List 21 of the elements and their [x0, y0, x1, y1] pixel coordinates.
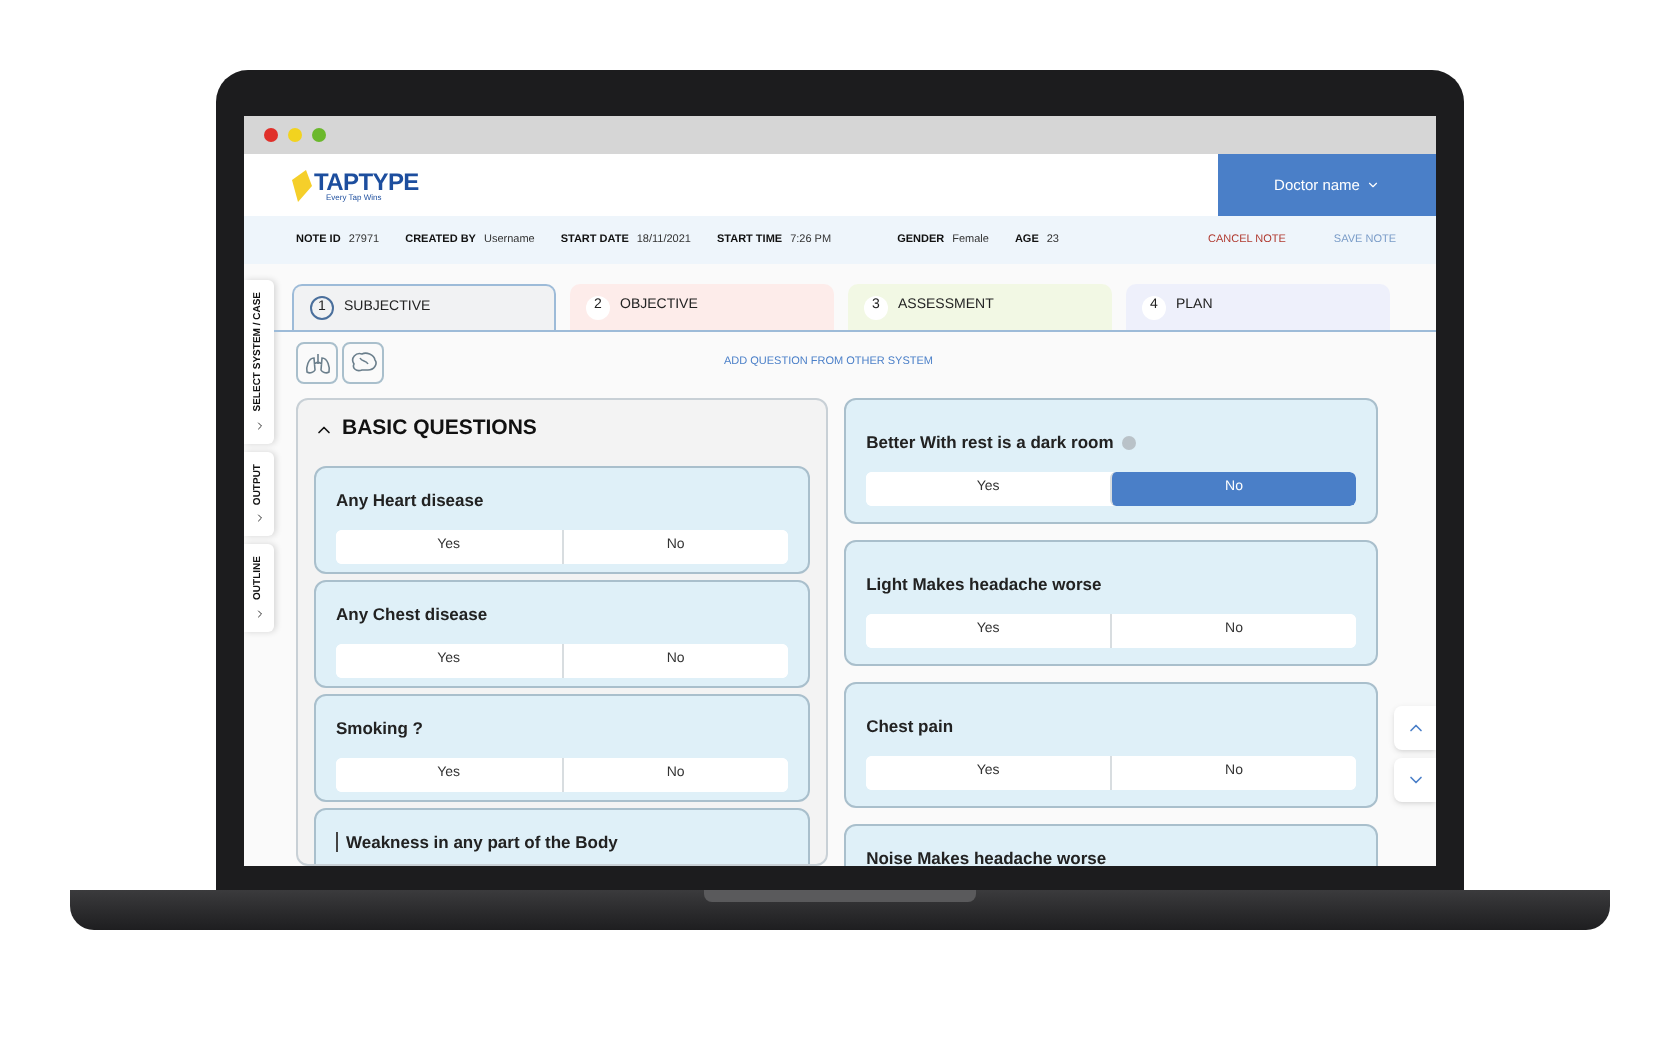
logo-wordmark: TAPTYPE: [314, 169, 419, 193]
question-text: Noise Makes headache worse: [866, 846, 1107, 866]
question-text: Any Heart disease: [336, 488, 484, 514]
question-text: Chest pain: [866, 714, 954, 740]
scroll-up-button[interactable]: [1394, 706, 1436, 750]
question-text: Weakness in any part of the Body: [346, 830, 618, 856]
question-text: Smoking ?: [336, 716, 423, 742]
question-text: Light Makes headache worse: [866, 572, 1102, 598]
scroll-down-button[interactable]: [1394, 758, 1436, 802]
question-text: Any Chest disease: [336, 602, 488, 628]
chevron-icon: [253, 512, 265, 525]
help-icon[interactable]: [1121, 435, 1136, 450]
brain-icon[interactable]: [342, 342, 384, 384]
question-text: Better With rest is a dark room: [866, 430, 1114, 456]
section-header[interactable]: BASIC QUESTIONS: [314, 400, 811, 460]
chevron-icon: [253, 419, 265, 432]
lungs-icon[interactable]: [296, 342, 338, 384]
logo-kite-icon: [292, 169, 312, 201]
chevron-icon: [253, 608, 265, 621]
accent-bar: [336, 832, 338, 853]
caret-icon: [1365, 178, 1380, 192]
